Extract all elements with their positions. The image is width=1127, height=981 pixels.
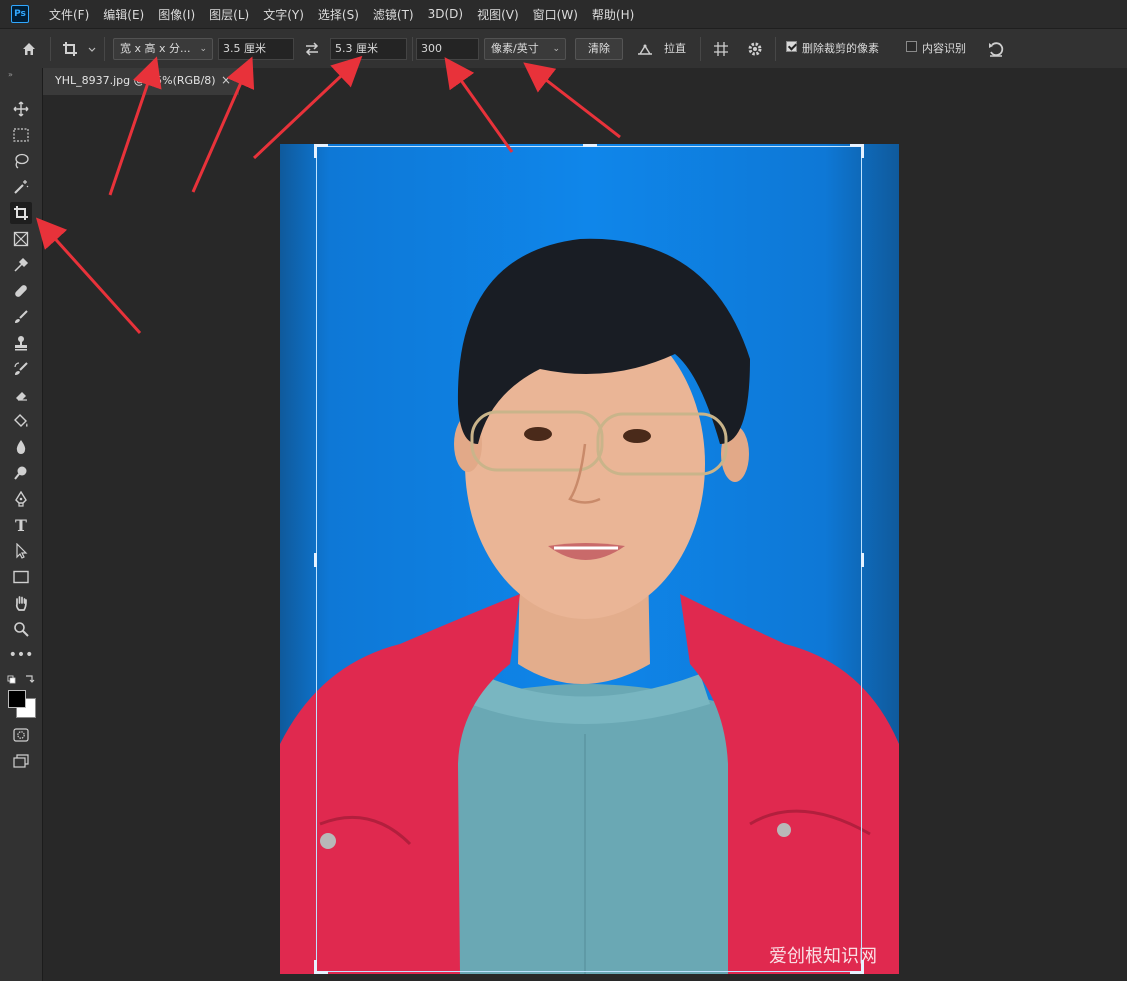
- annotation-arrows: [35, 55, 621, 335]
- arrow-to-ratio: [108, 56, 162, 196]
- arrow-to-unit: [523, 62, 621, 139]
- arrow-to-height: [252, 55, 363, 160]
- arrow-to-resolution: [444, 57, 514, 153]
- arrow-to-width: [191, 56, 255, 193]
- arrow-to-crop-tool: [35, 217, 142, 335]
